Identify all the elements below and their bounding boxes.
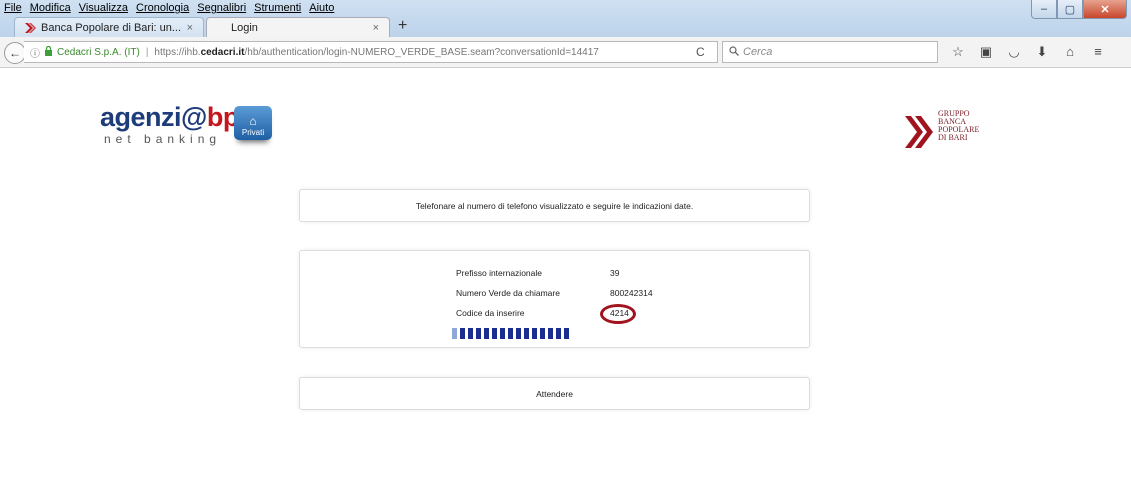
progress-segment: [516, 328, 521, 339]
star-icon[interactable]: ☆: [950, 44, 966, 60]
logo-title: agenzi@bpb: [100, 102, 255, 133]
logo-name: agenzi: [100, 102, 182, 132]
progress-segment: [468, 328, 473, 339]
progress-segment: [540, 328, 545, 339]
search-input[interactable]: Cerca: [722, 41, 938, 63]
url-prefix: https://ihb.: [154, 46, 201, 58]
progress-segment: [524, 328, 529, 339]
progress-segment: [564, 328, 569, 339]
prefix-label: Prefisso internazionale: [456, 268, 542, 278]
bpb-mark-icon: [905, 116, 933, 148]
instruction-panel: Telefonare al numero di telefono visuali…: [299, 189, 810, 222]
menu-icon[interactable]: ≡: [1090, 44, 1106, 60]
toll-free-value: 800242314: [610, 288, 653, 298]
progress-segment: [484, 328, 489, 339]
tab-login[interactable]: Login ×: [206, 17, 390, 38]
home-icon: ⌂: [249, 114, 257, 128]
instruction-text: Telefonare al numero di telefono visuali…: [415, 200, 694, 211]
gruppo-bpb-logo: GRUPPO BANCA POPOLARE DI BARI: [905, 110, 985, 160]
download-icon[interactable]: ⬇: [1034, 44, 1050, 60]
info-icon[interactable]: ⓘ: [30, 45, 40, 60]
address-bar[interactable]: ⓘ Cedacri S.p.A. (IT) | https://ihb.ceda…: [24, 41, 718, 63]
tab-label: Login: [231, 22, 258, 34]
privati-label: Privati: [241, 128, 265, 137]
code-label: Codice da inserire: [456, 308, 525, 318]
reload-icon[interactable]: C: [696, 45, 705, 59]
wait-label: Attendere: [536, 388, 573, 399]
bpb-favicon-icon: [25, 23, 36, 33]
site-identity[interactable]: Cedacri S.p.A. (IT): [57, 47, 140, 58]
logo-at: @: [181, 102, 207, 132]
gruppo-text: GRUPPO BANCA POPOLARE DI BARI: [938, 110, 979, 142]
progress-segment: [492, 328, 497, 339]
agenzi-bpb-logo[interactable]: agenzi@bpb net banking ⌂ Privati: [100, 102, 290, 154]
navigation-bar: ← ⓘ Cedacri S.p.A. (IT) | https://ihb.ce…: [0, 37, 1131, 68]
url-text: https://ihb.cedacri.it/hb/authentication…: [154, 47, 598, 58]
lock-icon: [44, 45, 53, 59]
logo-subtitle: net banking: [104, 132, 222, 146]
url-domain: cedacri.it: [200, 46, 245, 58]
code-highlight-circle: [600, 304, 636, 324]
progress-segment: [500, 328, 505, 339]
search-placeholder: Cerca: [743, 46, 773, 58]
progress-segment: [508, 328, 513, 339]
progress-segment: [460, 328, 465, 339]
toll-free-label: Numero Verde da chiamare: [456, 288, 560, 298]
privati-button[interactable]: ⌂ Privati: [234, 106, 272, 140]
pocket-icon[interactable]: ◡: [1006, 44, 1022, 60]
progress-segment: [532, 328, 537, 339]
wait-button[interactable]: Attendere: [299, 377, 810, 410]
back-button[interactable]: ←: [4, 42, 26, 64]
new-tab-button[interactable]: +: [398, 17, 407, 35]
prefix-value: 39: [610, 268, 620, 278]
home-icon[interactable]: ⌂: [1062, 44, 1078, 60]
progress-bar: [452, 328, 569, 339]
progress-segment: [476, 328, 481, 339]
tab-banca-popolare[interactable]: Banca Popolare di Bari: un... ×: [14, 17, 204, 38]
tab-close-icon[interactable]: ×: [187, 22, 193, 34]
progress-segment: [548, 328, 553, 339]
url-separator: |: [145, 46, 149, 58]
progress-segment: [556, 328, 561, 339]
browser-titlebar: File Modifica Visualizza Cronologia Segn…: [0, 0, 1131, 38]
search-icon: [729, 45, 739, 59]
toolbar-icons: ☆ ▣ ◡ ⬇ ⌂ ≡: [950, 44, 1106, 60]
progress-segment: [452, 328, 457, 339]
tab-close-icon[interactable]: ×: [373, 22, 379, 34]
url-path: /hb/authentication/login-NUMERO_VERDE_BA…: [244, 46, 599, 58]
tab-label: Banca Popolare di Bari: un...: [41, 22, 182, 34]
call-info-panel: Prefisso internazionale 39 Numero Verde …: [299, 250, 810, 348]
gruppo-line: DI BARI: [938, 133, 968, 142]
clipboard-icon[interactable]: ▣: [978, 44, 994, 60]
tab-strip: Banca Popolare di Bari: un... × Login × …: [0, 16, 1131, 38]
